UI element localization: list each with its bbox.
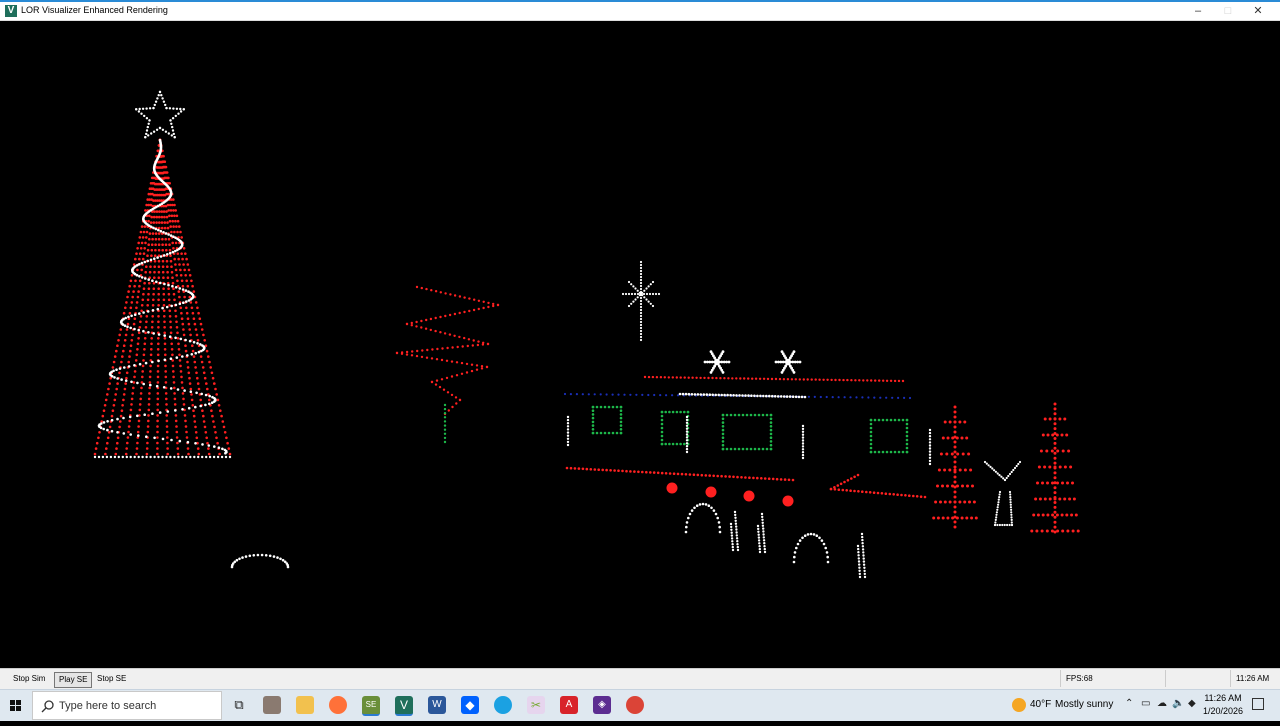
chevron-up-icon[interactable]: ⌃: [1125, 698, 1133, 709]
red-ornaments: [666, 482, 794, 507]
taskbar-search-box[interactable]: Type here to search: [32, 691, 222, 720]
search-icon: [41, 700, 54, 713]
stop-sim-button[interactable]: Stop Sim: [9, 672, 50, 686]
lor-app-icon: V: [5, 5, 17, 17]
acrobat-icon[interactable]: A: [560, 696, 578, 714]
word-icon[interactable]: W: [428, 696, 446, 714]
zigzag-tree: [395, 285, 500, 444]
chrome-icon[interactable]: [626, 696, 644, 714]
maximize-button[interactable]: □: [1213, 2, 1243, 20]
stop-se-button[interactable]: Stop SE: [93, 672, 131, 686]
status-panel-empty: [1165, 670, 1231, 687]
minimize-button[interactable]: –: [1183, 2, 1213, 20]
edge-icon[interactable]: [494, 696, 512, 714]
windows-start-button[interactable]: [0, 690, 32, 721]
preview-canvas[interactable]: [5, 22, 1275, 667]
app-icon-1[interactable]: [263, 696, 281, 714]
weather-temperature[interactable]: 40°F: [1030, 699, 1051, 710]
lor-visualizer-icon[interactable]: V: [395, 696, 413, 716]
light-display-scene: [93, 90, 1080, 579]
onedrive-icon[interactable]: ☁: [1157, 698, 1167, 709]
visualizer-window: V LOR Visualizer Enhanced Rendering – □ …: [0, 0, 1280, 689]
title-bar[interactable]: V LOR Visualizer Enhanced Rendering – □ …: [0, 2, 1280, 21]
arches: [230, 502, 830, 569]
house-outline: [563, 375, 932, 499]
snowflake-1: [703, 350, 731, 374]
file-explorer-icon[interactable]: [296, 696, 314, 714]
taskbar: Type here to search ⧉ SE V W ◆ ✂ A ◈ 40°…: [0, 689, 1280, 721]
close-button[interactable]: ✕: [1243, 2, 1273, 20]
clock-date[interactable]: 1/20/2026: [1200, 706, 1246, 716]
angel-figure: [983, 460, 1022, 527]
superstar-icon[interactable]: SE: [362, 696, 380, 716]
tree-star: [135, 90, 185, 139]
window-title: LOR Visualizer Enhanced Rendering: [21, 5, 168, 15]
search-placeholder: Type here to search: [59, 700, 157, 712]
play-se-button[interactable]: Play SE: [54, 672, 93, 688]
notification-icon[interactable]: [1252, 698, 1264, 710]
status-bar: Stop Sim Play SE Stop SE FPS:68 11:26 AM: [0, 668, 1280, 689]
dropbox-tray-icon[interactable]: ◆: [1188, 698, 1196, 709]
firefox-icon[interactable]: [329, 696, 347, 714]
visual-studio-icon[interactable]: ◈: [593, 696, 611, 714]
snowflake-2: [774, 350, 802, 374]
weather-condition[interactable]: Mostly sunny: [1055, 699, 1113, 710]
dropbox-icon[interactable]: ◆: [461, 696, 479, 714]
north-star: [621, 260, 661, 342]
mega-tree: [93, 138, 232, 459]
windows-logo-icon: [10, 700, 21, 711]
network-icon[interactable]: ▭: [1141, 698, 1150, 709]
volume-icon[interactable]: 🔈: [1172, 698, 1184, 709]
task-view-icon[interactable]: ⧉: [230, 696, 248, 714]
red-tree-2: [1030, 402, 1080, 534]
red-tree-1: [932, 405, 978, 529]
status-time: 11:26 AM: [1230, 670, 1280, 687]
fps-readout: FPS:68: [1060, 670, 1166, 687]
snipping-icon[interactable]: ✂: [527, 696, 545, 714]
weather-sun-icon[interactable]: [1012, 698, 1026, 712]
clock-time[interactable]: 11:26 AM: [1200, 693, 1246, 703]
